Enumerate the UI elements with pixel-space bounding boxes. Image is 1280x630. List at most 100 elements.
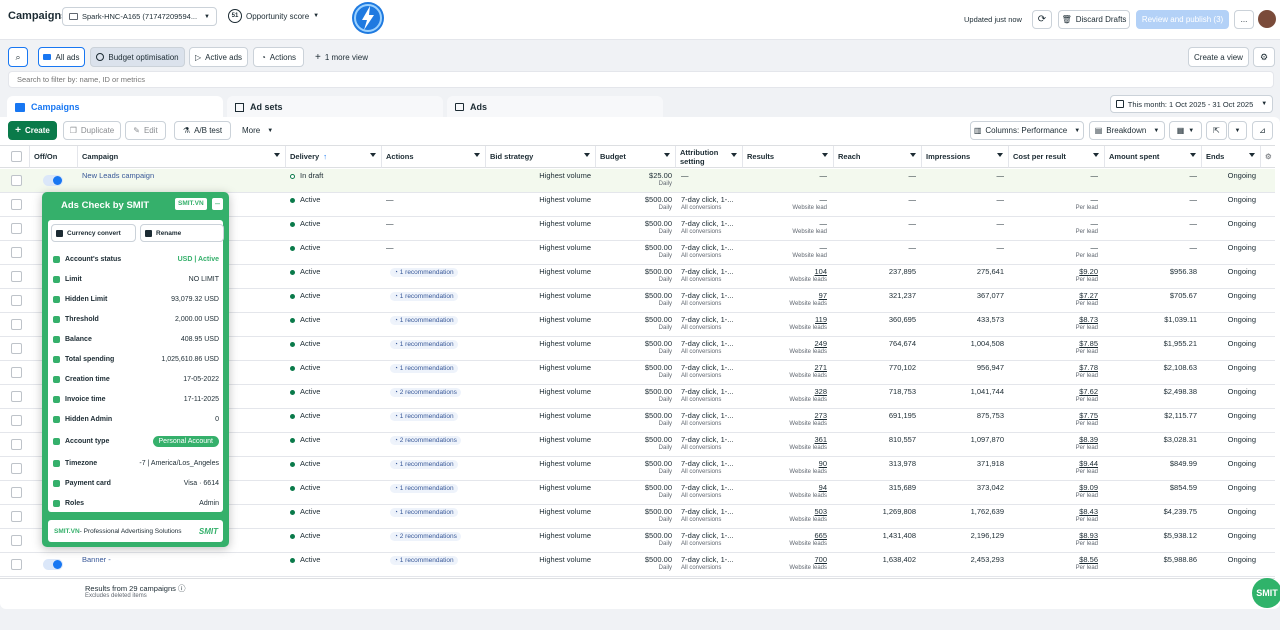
row-checkbox[interactable] (11, 247, 22, 258)
cost-per-result-cell[interactable]: — (1013, 171, 1099, 195)
budget-cell[interactable]: $500.00 Daily (600, 555, 672, 579)
cost-per-result-cell[interactable]: $9.44 Per lead (1013, 459, 1098, 483)
budget-cell[interactable]: $500.00 Daily (600, 459, 672, 483)
recommendations-link[interactable]: ◔ 1 recommendation (390, 363, 482, 387)
budget-cell[interactable]: $500.00 Daily (600, 339, 672, 363)
avatar[interactable] (1258, 10, 1276, 28)
table-row[interactable]: Banner - Active ◔ 1 recommendation Highest … (0, 553, 1275, 577)
results-cell[interactable]: 361 Website leads (747, 435, 827, 459)
view-actions[interactable]: ◔ Actions (253, 47, 304, 67)
refresh-button[interactable]: ⟳ (1032, 10, 1052, 29)
header-delivery[interactable]: Delivery ↑ (286, 146, 382, 168)
header-campaign[interactable]: Campaign (78, 146, 286, 168)
view-active-ads[interactable]: ▷ Active ads (189, 47, 248, 67)
cost-per-result-cell[interactable]: $8.43 Per lead (1013, 507, 1098, 531)
header-settings[interactable]: ⚙ (1261, 146, 1275, 168)
cost-per-result-cell[interactable]: $7.78 Per lead (1013, 363, 1098, 387)
budget-cell[interactable]: $500.00 Daily (600, 387, 672, 411)
budget-cell[interactable]: $500.00 Daily (600, 267, 672, 291)
budget-cell[interactable]: $500.00 Daily (600, 291, 672, 315)
breakdown-button[interactable]: ▤ Breakdown ▼ (1089, 121, 1165, 140)
budget-cell[interactable]: $25.00 Daily (600, 171, 672, 195)
header-results[interactable]: Results (743, 146, 834, 168)
ab-test-button[interactable]: ⚗ A/B test (174, 121, 231, 140)
tab-campaigns[interactable]: Campaigns (7, 96, 223, 118)
discard-drafts-button[interactable]: 🗑 Discard Drafts (1058, 10, 1130, 29)
budget-cell[interactable]: $500.00 Daily (600, 531, 672, 555)
cost-per-result-cell[interactable]: $8.93 Per lead (1013, 531, 1098, 555)
results-cell[interactable]: 273 Website leads (747, 411, 827, 435)
rename-button[interactable]: Rename (140, 224, 224, 242)
export-menu-button[interactable]: ▼ (1228, 121, 1247, 140)
select-all-checkbox[interactable] (11, 151, 22, 162)
recommendations-link[interactable]: ◔ 2 recommendations (390, 435, 482, 459)
cost-per-result-cell[interactable]: $8.56 Per lead (1013, 555, 1098, 579)
search-button[interactable]: ⌕ (8, 47, 28, 67)
cost-per-result-cell[interactable]: $7.75 Per lead (1013, 411, 1098, 435)
header-ends[interactable]: Ends (1202, 146, 1261, 168)
chart-button[interactable]: ⊿ (1252, 121, 1273, 140)
recommendations-link[interactable]: ◔ 1 recommendation (390, 555, 482, 579)
header-select-all[interactable] (0, 146, 30, 168)
row-checkbox[interactable] (11, 319, 22, 330)
row-checkbox[interactable] (11, 463, 22, 474)
export-button[interactable]: ⇱ (1206, 121, 1227, 140)
table-row[interactable]: New Leads campaign In draft Highest volume… (0, 169, 1275, 193)
header-amount-spent[interactable]: Amount spent (1105, 146, 1202, 168)
recommendations-link[interactable]: ◔ 1 recommendation (390, 291, 482, 315)
results-cell[interactable]: 328 Website leads (747, 387, 827, 411)
budget-cell[interactable]: $500.00 Daily (600, 195, 672, 219)
view-budget-optimisation[interactable]: Budget optimisation (90, 47, 185, 67)
results-cell[interactable]: — Website lead (747, 243, 827, 267)
search-input[interactable] (8, 71, 1274, 88)
campaign-name[interactable]: Banner - (82, 555, 282, 579)
header-actions[interactable]: Actions (382, 146, 486, 168)
budget-cell[interactable]: $500.00 Daily (600, 363, 672, 387)
reports-button[interactable]: ▦ ▼ (1169, 121, 1202, 140)
cost-per-result-cell[interactable]: $8.73 Per lead (1013, 315, 1098, 339)
cost-per-result-cell[interactable]: $8.39 Per lead (1013, 435, 1098, 459)
campaign-toggle[interactable] (43, 175, 63, 186)
cost-per-result-cell[interactable]: — Per lead (1013, 195, 1098, 219)
more-options-button[interactable]: ... (1234, 10, 1254, 29)
row-checkbox[interactable] (11, 511, 22, 522)
cost-per-result-cell[interactable]: $9.09 Per lead (1013, 483, 1098, 507)
header-impressions[interactable]: Impressions (922, 146, 1009, 168)
recommendations-link[interactable]: ◔ 1 recommendation (390, 483, 482, 507)
row-checkbox[interactable] (11, 175, 22, 186)
date-range-picker[interactable]: This month: 1 Oct 2025 - 31 Oct 2025 ▼ (1110, 95, 1273, 113)
cost-per-result-cell[interactable]: $7.85 Per lead (1013, 339, 1098, 363)
row-checkbox[interactable] (11, 559, 22, 570)
results-cell[interactable]: 119 Website leads (747, 315, 827, 339)
row-checkbox[interactable] (11, 223, 22, 234)
budget-cell[interactable]: $500.00 Daily (600, 411, 672, 435)
cost-per-result-cell[interactable]: $9.20 Per lead (1013, 267, 1098, 291)
recommendations-link[interactable]: ◔ 1 recommendation (390, 507, 482, 531)
budget-cell[interactable]: $500.00 Daily (600, 483, 672, 507)
recommendations-link[interactable]: ◔ 1 recommendation (390, 339, 482, 363)
view-settings-button[interactable]: ⚙ (1253, 47, 1275, 67)
budget-cell[interactable]: $500.00 Daily (600, 243, 672, 267)
row-checkbox[interactable] (11, 343, 22, 354)
results-cell[interactable]: 104 Website leads (747, 267, 827, 291)
budget-cell[interactable]: $500.00 Daily (600, 315, 672, 339)
recommendations-link[interactable]: ◔ 1 recommendation (390, 315, 482, 339)
row-checkbox[interactable] (11, 271, 22, 282)
results-cell[interactable]: — Website lead (747, 219, 827, 243)
header-reach[interactable]: Reach (834, 146, 922, 168)
smit-fab-button[interactable]: SMIT (1252, 578, 1280, 608)
results-cell[interactable]: 94 Website leads (747, 483, 827, 507)
row-checkbox[interactable] (11, 199, 22, 210)
recommendations-link[interactable]: ◔ 1 recommendation (390, 459, 482, 483)
header-off-on[interactable]: Off/On (30, 146, 78, 168)
more-views-button[interactable]: +1 more view (315, 52, 368, 63)
row-checkbox[interactable] (11, 535, 22, 546)
row-checkbox[interactable] (11, 487, 22, 498)
smit-footer[interactable]: SMIT.VN - Professional Advertising Solut… (48, 520, 223, 542)
results-cell[interactable]: 271 Website leads (747, 363, 827, 387)
recommendations-link[interactable]: ◔ 1 recommendation (390, 267, 482, 291)
tab-ads[interactable]: Ads (447, 96, 663, 118)
more-button[interactable]: More ▼ (242, 126, 273, 135)
cost-per-result-cell[interactable]: — Per lead (1013, 243, 1098, 267)
duplicate-button[interactable]: ❐ Duplicate (63, 121, 121, 140)
